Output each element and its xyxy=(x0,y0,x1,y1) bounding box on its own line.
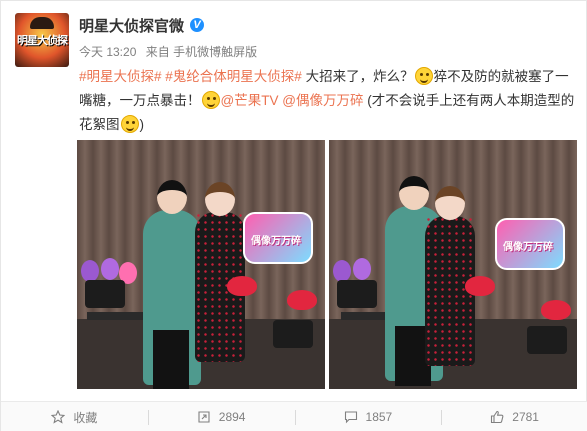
post-photo[interactable]: 偶像万万碎 xyxy=(329,140,577,389)
username[interactable]: 明星大侦探官微 xyxy=(79,15,184,36)
source-prefix: 来自 xyxy=(145,45,170,59)
thumbs-up-icon xyxy=(491,410,504,424)
person-photo xyxy=(143,180,201,389)
comment-count: 1857 xyxy=(365,410,393,424)
avatar-logo-text: 明星大侦探 xyxy=(17,35,68,47)
lips-prop xyxy=(227,276,257,296)
chair xyxy=(273,320,313,348)
like-button[interactable]: 2781 xyxy=(441,402,587,431)
detective-hat-icon xyxy=(30,17,54,29)
post-time[interactable]: 今天 13:20 xyxy=(79,45,136,59)
post-photo[interactable]: 偶像万万碎 xyxy=(77,140,325,389)
post-text-segment: 大招来了，炸么？ xyxy=(301,69,414,84)
hashtag-link[interactable]: #鬼纶合体明星大侦探# xyxy=(165,69,302,84)
show-sign-text: 偶像万万碎 xyxy=(251,236,301,247)
action-bar: 收藏 2894 1857 2781 xyxy=(1,401,587,431)
lips-prop xyxy=(287,290,317,310)
post-source[interactable]: 手机微博触屏版 xyxy=(173,45,257,59)
smile-emoji-icon xyxy=(120,115,139,133)
chair xyxy=(85,280,125,308)
hashtag-link[interactable]: #明星大侦探# xyxy=(79,69,162,84)
balloon xyxy=(353,258,371,280)
lips-prop xyxy=(465,276,495,296)
chair xyxy=(337,280,377,308)
favorite-label: 收藏 xyxy=(73,410,98,425)
star-icon xyxy=(51,410,66,424)
weibo-post-card: 明星大侦探 明星大侦探官微 V 今天 13:20 来自 手机微博触屏版 #明星大… xyxy=(0,0,587,431)
name-row: 明星大侦探官微 V xyxy=(79,15,205,36)
show-sign: 偶像万万碎 xyxy=(495,218,565,270)
smile-emoji-icon xyxy=(201,91,220,109)
balloon xyxy=(81,260,99,282)
repost-icon xyxy=(198,411,210,423)
repost-button[interactable]: 2894 xyxy=(147,402,295,431)
show-sign-text: 偶像万万碎 xyxy=(503,242,553,253)
show-sign: 偶像万万碎 xyxy=(243,212,313,264)
balloon xyxy=(101,258,119,280)
mention-link[interactable]: @芒果TV xyxy=(221,93,279,108)
avatar[interactable]: 明星大侦探 xyxy=(15,13,69,67)
lips-prop xyxy=(541,300,571,320)
smile-emoji-icon xyxy=(414,67,433,85)
chair xyxy=(527,326,567,354)
balloon xyxy=(333,260,351,282)
post-text-segment: ) xyxy=(139,117,145,132)
like-count: 2781 xyxy=(512,410,539,424)
comment-icon xyxy=(344,411,357,424)
mention-link[interactable]: @偶像万万碎 xyxy=(282,93,363,108)
verified-icon: V xyxy=(190,18,205,32)
comment-button[interactable]: 1857 xyxy=(294,402,442,431)
post-meta: 今天 13:20 来自 手机微博触屏版 xyxy=(79,43,257,60)
favorite-button[interactable]: 收藏 xyxy=(1,402,148,431)
post-text: #明星大侦探# #鬼纶合体明星大侦探# 大招来了，炸么？ 猝不及防的就被塞了一嘴糖… xyxy=(79,65,579,137)
repost-count: 2894 xyxy=(218,410,246,424)
